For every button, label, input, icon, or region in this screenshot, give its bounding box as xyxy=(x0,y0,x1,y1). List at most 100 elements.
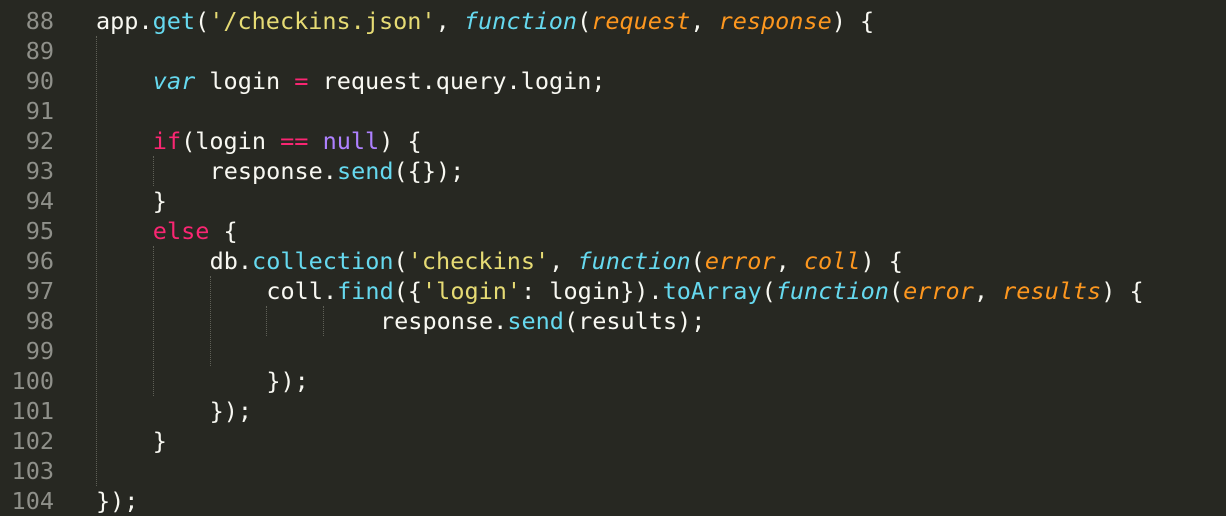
code-text: else { xyxy=(153,216,238,246)
code-token: , xyxy=(775,247,804,275)
code-token: (login xyxy=(181,127,281,155)
code-token: = xyxy=(294,67,309,95)
line-number: 102 xyxy=(11,427,54,455)
indent-guide xyxy=(266,306,268,336)
code-token: function xyxy=(577,247,691,275)
code-text: } xyxy=(153,426,167,456)
code-token: } xyxy=(152,427,167,455)
code-token: 'checkins' xyxy=(407,247,550,275)
code-token: error xyxy=(903,277,974,305)
code-line[interactable]: 103 xyxy=(0,456,1226,486)
code-token: find xyxy=(337,277,394,305)
code-line[interactable]: 89 xyxy=(0,36,1226,66)
code-line[interactable]: 95 else { xyxy=(0,216,1226,246)
code-editor[interactable]: 88 app.get('/checkins.json', function(req… xyxy=(0,0,1226,516)
code-token: collection xyxy=(252,247,394,275)
code-token: , xyxy=(435,7,464,35)
code-line[interactable]: 98 response.send(results); xyxy=(0,306,1226,336)
code-token: error xyxy=(704,247,776,275)
line-number: 98 xyxy=(25,307,54,335)
code-token: , xyxy=(973,277,1003,305)
code-line[interactable]: 92 if(login == null) { xyxy=(0,126,1226,156)
code-token: ( xyxy=(690,247,705,275)
line-number: 91 xyxy=(25,97,54,125)
code-token: response. xyxy=(209,157,337,185)
code-line[interactable]: 96 db.collection('checkins', function(err… xyxy=(0,246,1226,276)
code-line[interactable]: 94} xyxy=(0,186,1226,216)
code-token: response xyxy=(718,7,832,35)
code-token: }); xyxy=(209,397,253,425)
code-token: toArray xyxy=(662,277,762,305)
code-token: response. xyxy=(380,307,508,335)
code-token: send xyxy=(507,307,564,335)
code-token: { xyxy=(209,217,238,245)
code-token: ) { xyxy=(1101,277,1144,305)
code-token: ( xyxy=(761,277,776,305)
code-text: coll.find({'login': login}).toArray(func… xyxy=(266,276,1143,306)
code-text: response.send(results); xyxy=(380,306,705,336)
line-number: 92 xyxy=(25,127,54,155)
code-token: db. xyxy=(209,247,253,275)
code-text: if(login == null) { xyxy=(153,126,422,156)
code-token: , xyxy=(549,247,578,275)
code-token: ({ xyxy=(393,277,423,305)
line-number: 100 xyxy=(11,367,54,395)
indent-guide xyxy=(209,276,211,366)
code-token: ( xyxy=(195,7,210,35)
code-line[interactable]: 90 var login = request.query.login; xyxy=(0,66,1226,96)
code-text: }); xyxy=(210,396,252,426)
code-token: , xyxy=(690,7,719,35)
code-token: request.query.login; xyxy=(308,67,606,95)
code-token: coll xyxy=(803,247,861,275)
code-token: coll. xyxy=(266,277,338,305)
line-number: 88 xyxy=(25,7,54,35)
code-token: ( xyxy=(577,7,592,35)
code-line[interactable]: 100}); xyxy=(0,366,1226,396)
code-line[interactable]: 99 xyxy=(0,336,1226,366)
line-number: 103 xyxy=(11,457,54,485)
code-token: function xyxy=(775,277,889,305)
line-number: 96 xyxy=(25,247,54,275)
code-line[interactable]: 91 xyxy=(0,96,1226,126)
code-text: db.collection('checkins', function(error… xyxy=(210,246,903,276)
code-text: app.get('/checkins.json', function(reque… xyxy=(96,6,874,36)
code-token: ) { xyxy=(831,7,875,35)
code-token: }); xyxy=(96,487,139,515)
code-token: : login}). xyxy=(521,277,663,305)
code-token: ) { xyxy=(379,127,422,155)
code-token: results xyxy=(1002,277,1102,305)
code-token: ) { xyxy=(860,247,903,275)
code-token: send xyxy=(336,157,394,185)
code-token: else xyxy=(152,217,210,245)
code-text: } xyxy=(153,186,167,216)
code-text: }); xyxy=(96,486,138,516)
code-line[interactable]: 88 app.get('/checkins.json', function(req… xyxy=(0,6,1226,36)
line-number: 94 xyxy=(25,187,54,215)
code-token: app. xyxy=(96,7,153,35)
indent-guide xyxy=(152,156,154,186)
line-number: 99 xyxy=(25,337,54,365)
code-token: ( xyxy=(888,277,904,305)
line-number: 104 xyxy=(11,487,54,515)
code-line[interactable]: 101}); xyxy=(0,396,1226,426)
code-token: '/checkins.json' xyxy=(209,7,436,35)
code-token: function xyxy=(463,7,578,35)
code-line[interactable]: 97 coll.find({'login': login}).toArray(fu… xyxy=(0,276,1226,306)
line-number: 89 xyxy=(25,37,54,65)
code-line[interactable]: 104}); xyxy=(0,486,1226,516)
code-text: var login = request.query.login; xyxy=(153,66,606,96)
line-number: 97 xyxy=(25,277,54,305)
code-token: ({}); xyxy=(393,157,465,185)
code-token: request xyxy=(591,7,691,35)
line-number: 93 xyxy=(25,157,54,185)
code-token: login xyxy=(195,67,295,95)
code-token: var xyxy=(152,67,196,95)
code-line[interactable]: 93 response.send({}); xyxy=(0,156,1226,186)
code-token: ( xyxy=(393,247,408,275)
code-token: if xyxy=(152,127,182,155)
code-line[interactable]: 102} xyxy=(0,426,1226,456)
line-number: 95 xyxy=(25,217,54,245)
code-token: (results); xyxy=(563,307,706,335)
code-token: } xyxy=(152,187,167,215)
